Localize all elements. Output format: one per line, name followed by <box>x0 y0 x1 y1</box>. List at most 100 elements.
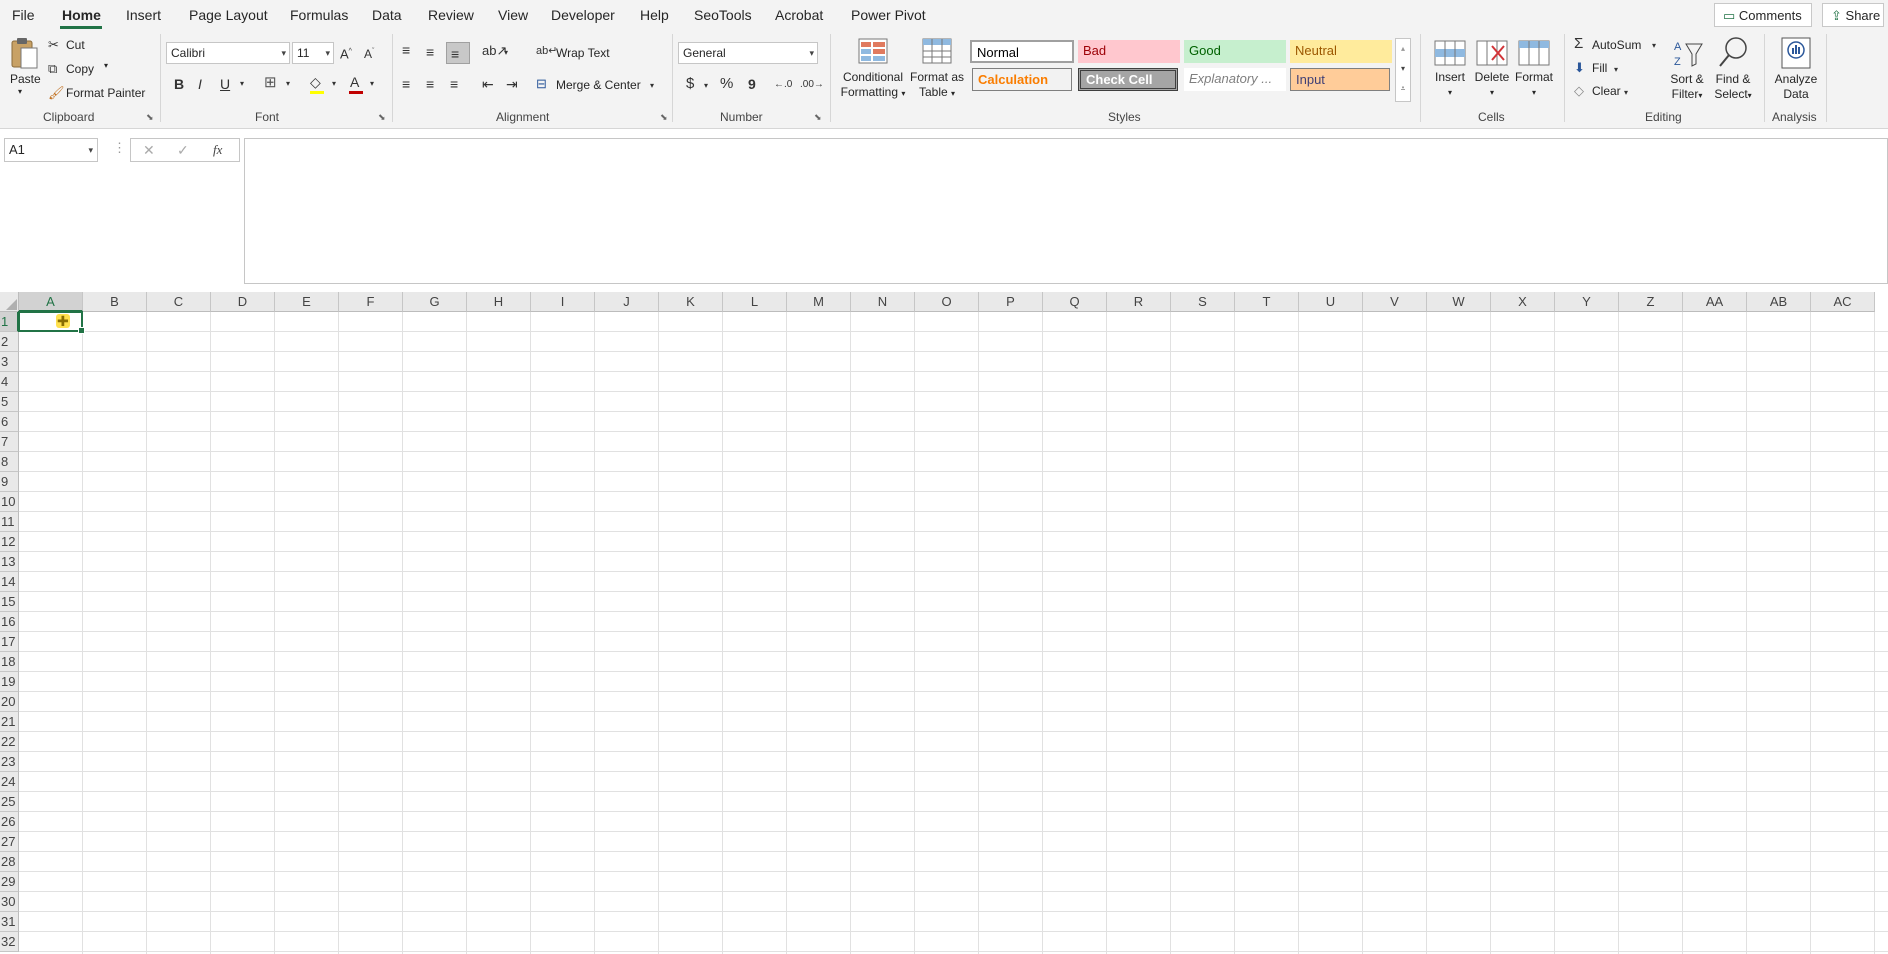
font-launcher-icon[interactable]: ⬊ <box>378 112 386 123</box>
font-size-select[interactable]: 11 ▾ <box>292 42 334 64</box>
style-check-cell[interactable]: Check Cell <box>1078 68 1178 91</box>
increase-decimal-icon[interactable]: ←.0 <box>774 77 792 93</box>
style-explanatory[interactable]: Explanatory ... <box>1184 68 1286 91</box>
align-center-icon[interactable]: ≡ <box>426 76 434 92</box>
style-good[interactable]: Good <box>1184 40 1286 63</box>
fill-color-dropdown-icon[interactable]: ▾ <box>332 76 336 92</box>
column-header-x[interactable]: X <box>1491 292 1555 312</box>
column-header-j[interactable]: J <box>595 292 659 312</box>
row-header-25[interactable]: 25 <box>0 792 19 812</box>
row-header-24[interactable]: 24 <box>0 772 19 792</box>
column-header-aa[interactable]: AA <box>1683 292 1747 312</box>
tab-formulas[interactable]: Formulas <box>290 7 348 23</box>
alignment-launcher-icon[interactable]: ⬊ <box>660 112 668 123</box>
cut-button[interactable]: Cut <box>66 38 85 52</box>
select-all-corner[interactable] <box>0 292 19 312</box>
gallery-up-icon[interactable]: ▴ <box>1396 39 1410 59</box>
style-bad[interactable]: Bad <box>1078 40 1180 63</box>
decrease-decimal-icon[interactable]: .00→ <box>800 77 824 93</box>
tab-home[interactable]: Home <box>62 7 101 23</box>
align-middle-icon[interactable]: ≡ <box>426 44 434 60</box>
tab-acrobat[interactable]: Acrobat <box>775 7 823 23</box>
currency-dropdown-icon[interactable]: ▾ <box>704 78 708 94</box>
name-box[interactable]: A1 ▾ <box>4 138 98 162</box>
format-as-table-button[interactable]: Format as Table ▾ <box>908 34 966 104</box>
row-header-3[interactable]: 3 <box>0 352 19 372</box>
row-header-18[interactable]: 18 <box>0 652 19 672</box>
borders-dropdown-icon[interactable]: ▾ <box>286 76 290 92</box>
italic-button[interactable]: I <box>198 76 202 92</box>
row-header-19[interactable]: 19 <box>0 672 19 692</box>
row-header-29[interactable]: 29 <box>0 872 19 892</box>
autosum-button[interactable]: AutoSum <box>1592 38 1641 52</box>
copy-button[interactable]: Copy <box>66 62 94 76</box>
number-launcher-icon[interactable]: ⬊ <box>814 112 822 123</box>
analyze-data-button[interactable]: Analyze Data <box>1768 34 1824 106</box>
fill-color-icon[interactable]: ◇ <box>310 74 321 90</box>
column-header-r[interactable]: R <box>1107 292 1171 312</box>
tab-insert[interactable]: Insert <box>126 7 161 23</box>
gallery-more-icon[interactable]: ⩡ <box>1396 79 1410 99</box>
row-header-7[interactable]: 7 <box>0 432 19 452</box>
row-header-1[interactable]: 1 <box>0 312 19 332</box>
row-header-32[interactable]: 32 <box>0 932 19 952</box>
selected-cell-a1[interactable]: ✚ <box>18 311 85 334</box>
number-format-select[interactable]: General ▾ <box>678 42 818 64</box>
wrap-text-button[interactable]: Wrap Text <box>556 46 610 60</box>
column-header-d[interactable]: D <box>211 292 275 312</box>
column-header-a[interactable]: A <box>19 292 83 312</box>
tab-file[interactable]: File <box>12 7 35 23</box>
row-header-16[interactable]: 16 <box>0 612 19 632</box>
tab-data[interactable]: Data <box>372 7 402 23</box>
cancel-icon[interactable]: ✕ <box>143 142 155 159</box>
column-header-l[interactable]: L <box>723 292 787 312</box>
row-header-28[interactable]: 28 <box>0 852 19 872</box>
align-bottom-button[interactable]: ≡ <box>446 42 470 64</box>
column-header-c[interactable]: C <box>147 292 211 312</box>
style-input[interactable]: Input <box>1290 68 1390 91</box>
paste-dropdown-icon[interactable]: ▾ <box>18 87 22 96</box>
column-header-o[interactable]: O <box>915 292 979 312</box>
column-header-k[interactable]: K <box>659 292 723 312</box>
row-header-2[interactable]: 2 <box>0 332 19 352</box>
tab-review[interactable]: Review <box>428 7 474 23</box>
font-color-icon[interactable]: A <box>350 74 359 90</box>
autosum-dropdown-icon[interactable]: ▾ <box>1652 38 1656 54</box>
delete-cells-button[interactable]: Delete ▾ <box>1470 34 1514 104</box>
orientation-dropdown-icon[interactable]: ▾ <box>504 45 508 61</box>
row-header-14[interactable]: 14 <box>0 572 19 592</box>
format-cells-button[interactable]: Format ▾ <box>1512 34 1556 104</box>
column-header-g[interactable]: G <box>403 292 467 312</box>
column-header-p[interactable]: P <box>979 292 1043 312</box>
clipboard-launcher-icon[interactable]: ⬊ <box>146 112 154 123</box>
insert-function-icon[interactable]: fx <box>213 142 222 158</box>
increase-font-icon[interactable]: A^ <box>340 44 352 62</box>
format-painter-button[interactable]: Format Painter <box>66 86 145 100</box>
row-header-30[interactable]: 30 <box>0 892 19 912</box>
sort-filter-button[interactable]: A Z Sort & Filter▾ <box>1664 34 1710 106</box>
column-header-q[interactable]: Q <box>1043 292 1107 312</box>
tab-developer[interactable]: Developer <box>551 7 615 23</box>
find-select-button[interactable]: Find & Select▾ <box>1710 34 1756 106</box>
row-header-23[interactable]: 23 <box>0 752 19 772</box>
row-header-9[interactable]: 9 <box>0 472 19 492</box>
conditional-formatting-button[interactable]: Conditional Formatting ▾ <box>840 34 906 104</box>
column-header-v[interactable]: V <box>1363 292 1427 312</box>
column-header-t[interactable]: T <box>1235 292 1299 312</box>
column-header-z[interactable]: Z <box>1619 292 1683 312</box>
column-header-f[interactable]: F <box>339 292 403 312</box>
font-name-select[interactable]: Calibri ▾ <box>166 42 290 64</box>
column-header-e[interactable]: E <box>275 292 339 312</box>
gallery-down-icon[interactable]: ▾ <box>1396 59 1410 79</box>
column-header-u[interactable]: U <box>1299 292 1363 312</box>
row-header-13[interactable]: 13 <box>0 552 19 572</box>
row-header-17[interactable]: 17 <box>0 632 19 652</box>
paste-button[interactable] <box>8 36 40 74</box>
underline-button[interactable]: U <box>220 76 230 92</box>
merge-center-button[interactable]: Merge & Center <box>556 78 641 92</box>
clear-button[interactable]: Clear <box>1592 84 1621 98</box>
more-options-icon[interactable]: ⋮ <box>113 140 126 156</box>
column-header-i[interactable]: I <box>531 292 595 312</box>
align-right-icon[interactable]: ≡ <box>450 76 458 92</box>
increase-indent-icon[interactable]: ⇥ <box>506 76 518 92</box>
